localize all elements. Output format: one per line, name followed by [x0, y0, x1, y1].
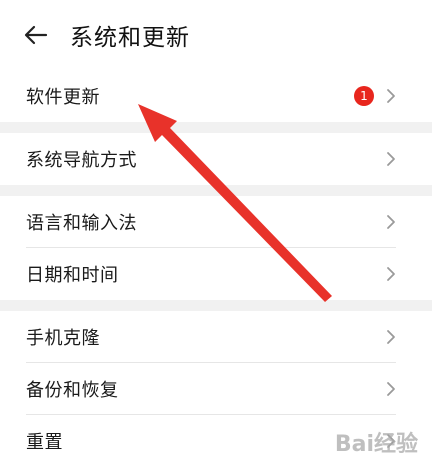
- group-language-date: 语言和输入法 日期和时间: [0, 196, 432, 300]
- settings-item-label: 日期和时间: [26, 265, 119, 286]
- settings-item-language-input[interactable]: 语言和输入法: [0, 196, 432, 248]
- settings-item-label: 语言和输入法: [26, 213, 137, 234]
- chevron-right-icon: [386, 381, 396, 397]
- title-bar: 系统和更新: [0, 0, 432, 70]
- watermark-logo: Bai经验: [334, 432, 418, 457]
- group-software-update: 软件更新 1: [0, 70, 432, 122]
- chevron-right-icon: [386, 214, 396, 230]
- settings-item-label: 软件更新: [26, 87, 100, 108]
- group-navigation: 系统导航方式: [0, 133, 432, 185]
- chevron-right-icon: [386, 88, 396, 104]
- notification-badge: 1: [354, 86, 374, 106]
- section-divider: [0, 300, 432, 311]
- settings-item-label: 重置: [26, 432, 63, 453]
- settings-item-date-time[interactable]: 日期和时间: [0, 248, 432, 300]
- settings-item-label: 系统导航方式: [26, 150, 137, 171]
- section-divider: [0, 185, 432, 196]
- chevron-right-icon: [386, 329, 396, 345]
- settings-item-backup-restore[interactable]: 备份和恢复: [0, 363, 432, 415]
- settings-item-software-update[interactable]: 软件更新 1: [0, 70, 432, 122]
- back-arrow-icon[interactable]: [24, 22, 50, 48]
- section-divider: [0, 122, 432, 133]
- settings-item-label: 手机克隆: [26, 328, 100, 349]
- settings-item-system-navigation[interactable]: 系统导航方式: [0, 133, 432, 185]
- chevron-right-icon: [386, 266, 396, 282]
- page-title: 系统和更新: [70, 25, 190, 51]
- settings-item-label: 备份和恢复: [26, 380, 119, 401]
- chevron-right-icon: [386, 151, 396, 167]
- settings-item-phone-clone[interactable]: 手机克隆: [0, 311, 432, 363]
